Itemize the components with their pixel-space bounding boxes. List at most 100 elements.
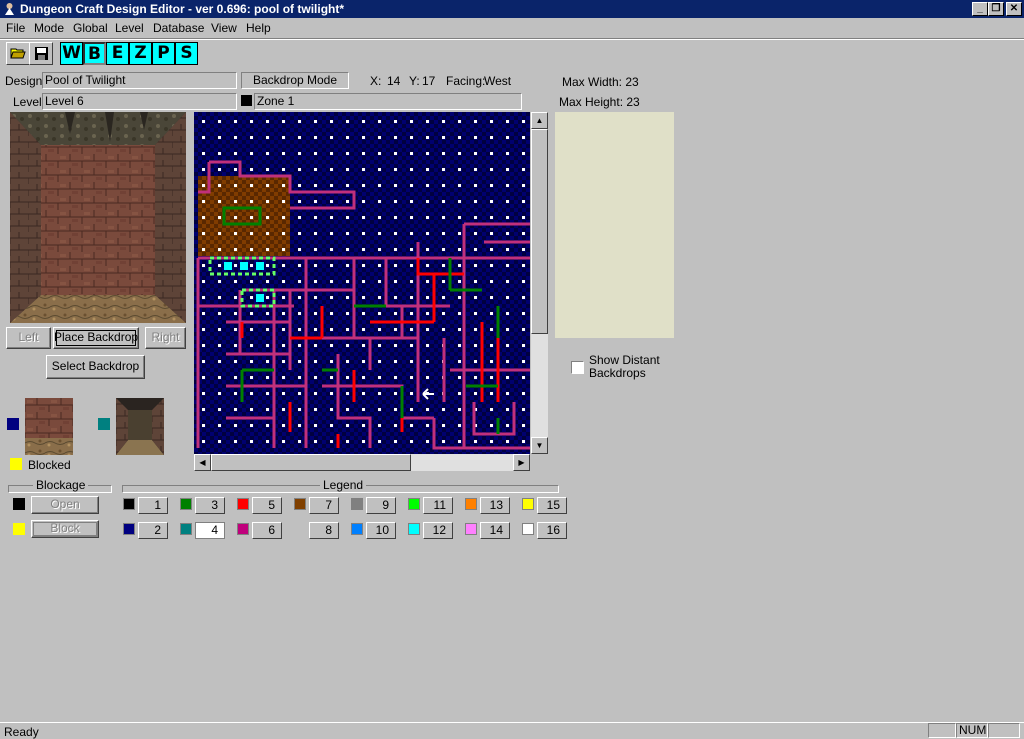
legend-button-7[interactable]: 7 [309, 497, 339, 514]
status-cell-blank [928, 723, 956, 738]
menu-level[interactable]: Level [115, 21, 144, 35]
blocked-swatch [10, 458, 22, 470]
menu-mode[interactable]: Mode [34, 21, 64, 35]
legend-button-5[interactable]: 5 [252, 497, 282, 514]
mode-e-button[interactable]: E [106, 42, 129, 65]
status-cell-blank-2 [988, 723, 1020, 738]
max-width-label: Max Width: 23 [562, 75, 639, 89]
legend-button-16[interactable]: 16 [537, 522, 567, 539]
place-backdrop-button[interactable]: Place Backdrop [53, 327, 139, 349]
legend-swatch-16 [522, 523, 534, 535]
facing-value: West [484, 74, 512, 88]
restore-button[interactable]: ❐ [988, 2, 1004, 16]
legend-button-15[interactable]: 15 [537, 497, 567, 514]
legend-swatch-11 [408, 498, 420, 510]
scroll-right-icon[interactable]: ▶ [513, 454, 530, 471]
legend-swatch-4 [180, 523, 192, 535]
status-bar [0, 722, 1024, 739]
facing-label: Facing: [446, 74, 486, 88]
legend-swatch-10 [351, 523, 363, 535]
level-label: Level [13, 95, 42, 109]
mode-b-button[interactable]: B [83, 42, 106, 65]
legend-button-2[interactable]: 2 [138, 522, 168, 539]
window-title: Dungeon Craft Design Editor - ver 0.696:… [20, 2, 345, 16]
scroll-down-icon[interactable]: ▼ [531, 437, 548, 454]
menu-file[interactable]: File [6, 21, 25, 35]
max-height-label: Max Height: 23 [559, 95, 640, 109]
minimize-button[interactable]: _ [972, 2, 988, 16]
legend-button-12[interactable]: 12 [423, 522, 453, 539]
menu-bar: File Mode Global Level Database View Hel… [0, 18, 1024, 38]
legend-button-9[interactable]: 9 [366, 497, 396, 514]
legend-swatch-13 [465, 498, 477, 510]
zone-field: Zone 1 [254, 93, 522, 110]
open-button[interactable] [6, 42, 30, 65]
mode-p-button[interactable]: P [152, 42, 175, 65]
legend-swatch-14 [465, 523, 477, 535]
legend-button-13[interactable]: 13 [480, 497, 510, 514]
legend-button-11[interactable]: 11 [423, 497, 453, 514]
legend-swatch-6 [237, 523, 249, 535]
minimap-panel [555, 112, 674, 338]
map-vertical-scrollbar[interactable]: ▲ ▼ [531, 112, 548, 454]
y-label: Y: [409, 74, 420, 88]
map-horizontal-scrollbar[interactable]: ◀ ▶ [194, 454, 530, 471]
show-distant-label: Show Distant Backdrops [589, 353, 660, 380]
toolbar-separator [0, 38, 1024, 40]
app-icon [5, 3, 14, 15]
design-label: Design [5, 74, 43, 88]
y-value: 17 [422, 74, 436, 88]
left-button[interactable]: Left [6, 327, 51, 349]
close-button[interactable]: ✕ [1006, 2, 1022, 16]
legend-swatch-9 [351, 498, 363, 510]
legend-swatch-5 [237, 498, 249, 510]
status-num: NUM [956, 723, 988, 738]
menu-help[interactable]: Help [246, 21, 271, 35]
menu-global[interactable]: Global [73, 21, 108, 35]
blocked-label: Blocked [28, 458, 71, 472]
scroll-left-icon[interactable]: ◀ [194, 454, 211, 471]
scroll-up-icon[interactable]: ▲ [531, 112, 548, 129]
status-text: Ready [4, 725, 39, 739]
menu-view[interactable]: View [211, 21, 237, 35]
legend-swatch-3 [180, 498, 192, 510]
backdrop-thumbnail-2[interactable] [116, 398, 164, 455]
menu-database[interactable]: Database [153, 21, 204, 35]
horizontal-scroll-thumb[interactable] [211, 454, 411, 471]
vertical-scroll-thumb[interactable] [531, 129, 548, 334]
legend-swatch-15 [522, 498, 534, 510]
legend-button-6[interactable]: 6 [252, 522, 282, 539]
legend-swatch-1 [123, 498, 135, 510]
legend-button-1[interactable]: 1 [138, 497, 168, 514]
legend-button-8[interactable]: 8 [309, 522, 339, 539]
legend-swatch-12 [408, 523, 420, 535]
select-backdrop-button[interactable]: Select Backdrop [46, 355, 145, 379]
legend-swatch-2 [123, 523, 135, 535]
mode-w-button[interactable]: W [60, 42, 83, 65]
show-distant-checkbox[interactable] [571, 361, 584, 374]
legend-button-4[interactable]: 4 [195, 522, 225, 539]
mode-indicator: Backdrop Mode [241, 72, 349, 89]
legend-button-10[interactable]: 10 [366, 522, 396, 539]
legend-button-14[interactable]: 14 [480, 522, 510, 539]
save-button[interactable] [29, 42, 53, 65]
backdrop-swatch-2 [98, 418, 110, 430]
folder-open-icon [10, 48, 26, 59]
backdrop-preview [10, 112, 186, 323]
block-swatch [13, 523, 25, 535]
zone-swatch [241, 95, 252, 106]
backdrop-thumbnail-1[interactable] [25, 398, 73, 455]
title-bar: Dungeon Craft Design Editor - ver 0.696:… [0, 0, 1024, 18]
floppy-disk-icon [34, 47, 48, 60]
level-field: Level 6 [42, 93, 237, 110]
right-button[interactable]: Right [145, 327, 186, 349]
legend-button-3[interactable]: 3 [195, 497, 225, 514]
open-swatch [13, 498, 25, 510]
mode-s-button[interactable]: S [175, 42, 198, 65]
map-grid[interactable] [194, 112, 530, 454]
open-button-blockage[interactable]: Open [31, 496, 99, 514]
legend-title: Legend [320, 478, 367, 492]
block-button[interactable]: Block [31, 520, 99, 538]
legend-swatch-7 [294, 498, 306, 510]
mode-z-button[interactable]: Z [129, 42, 152, 65]
